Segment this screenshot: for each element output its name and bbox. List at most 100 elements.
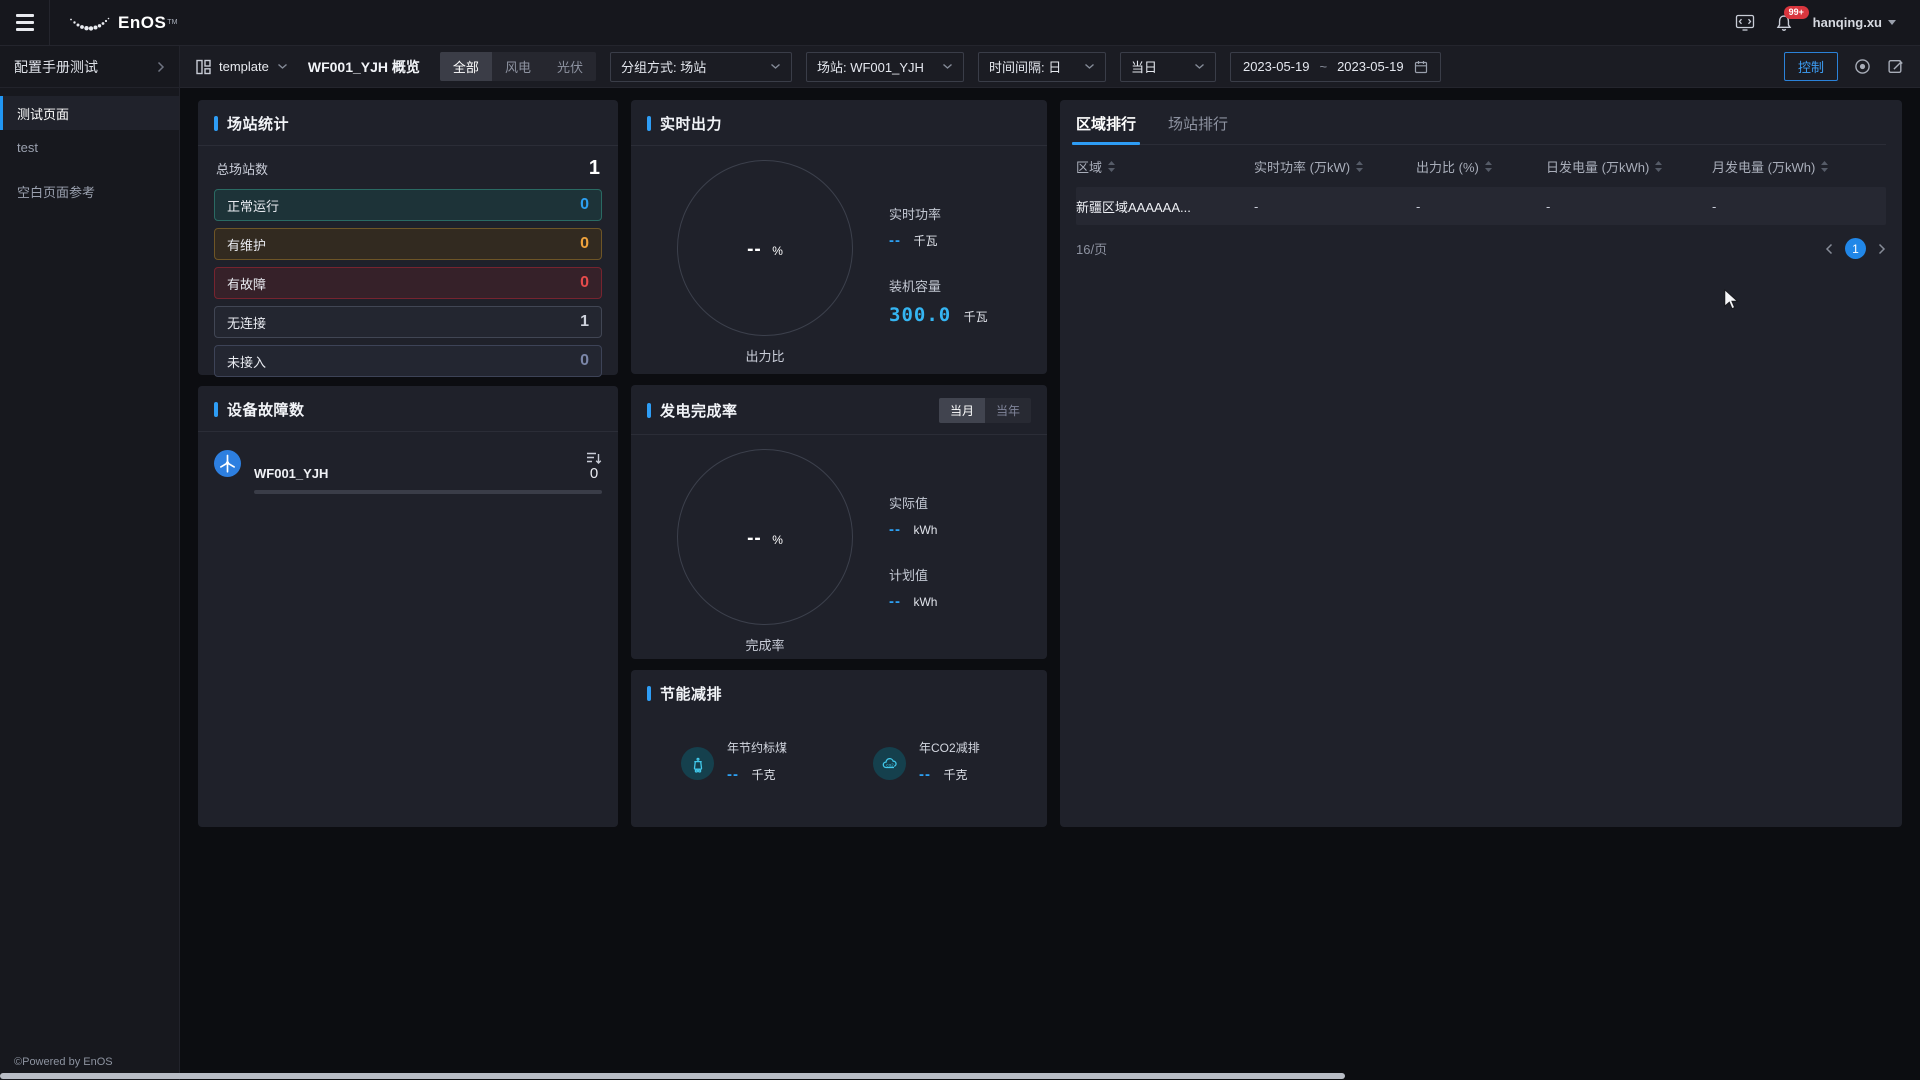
sidebar-item-test-page[interactable]: 测试页面 — [0, 96, 179, 130]
gauge-value: -- — [747, 528, 762, 549]
cell-monthly-generation: - — [1712, 199, 1886, 214]
tab-region-ranking[interactable]: 区域排行 — [1076, 113, 1136, 144]
metric-unit: kWh — [913, 595, 937, 609]
card-title: 场站统计 — [227, 113, 289, 134]
tab-solar[interactable]: 光伏 — [544, 52, 596, 81]
username: hanqing.xu — [1813, 15, 1882, 30]
status-row-maintenance: 有维护 0 — [214, 228, 602, 260]
sidebar-item-test[interactable]: test — [0, 130, 179, 164]
sidebar: 配置手册测试 测试页面 test 空白页面参考 ©Powered by EnOS — [0, 46, 180, 1080]
total-stations-row: 总场站数 1 — [214, 150, 602, 189]
energy-item-label: 年节约标煤 — [727, 739, 787, 756]
column-label: 日发电量 (万kWh) — [1546, 157, 1649, 176]
column-header-daily-generation[interactable]: 日发电量 (万kWh) — [1546, 157, 1712, 176]
chevron-down-icon — [942, 63, 953, 70]
tab-wind[interactable]: 风电 — [492, 52, 544, 81]
template-label: template — [219, 59, 269, 74]
metric-value: -- — [889, 232, 901, 249]
page-number-button[interactable]: 1 — [1845, 238, 1866, 259]
total-stations-label: 总场站数 — [216, 159, 268, 178]
sidebar-item-blank-page-ref[interactable]: 空白页面参考 — [0, 174, 179, 208]
sort-arrows-icon — [1356, 161, 1363, 172]
scrollbar-thumb[interactable] — [0, 1073, 1345, 1079]
metric-label: 实时功率 — [889, 204, 988, 223]
sidebar-item-label: test — [17, 140, 38, 155]
metric-label: 计划值 — [889, 565, 937, 584]
date-range-picker[interactable]: 2023-05-19 ~ 2023-05-19 — [1230, 52, 1441, 82]
enos-logo[interactable]: EnOS TM — [68, 10, 177, 36]
period-toggle: 当月 当年 — [939, 398, 1031, 423]
status-value: 1 — [580, 313, 589, 331]
group-mode-select[interactable]: 分组方式: 场站 — [610, 52, 792, 82]
prev-page-button[interactable] — [1825, 243, 1833, 255]
time-interval-select[interactable]: 时间间隔: 日 — [978, 52, 1106, 82]
toggle-current-year[interactable]: 当年 — [985, 398, 1031, 423]
brand-name: EnOS — [118, 13, 166, 33]
sidebar-group-title: 配置手册测试 — [14, 57, 98, 77]
horizontal-scrollbar — [0, 1072, 1920, 1080]
card-title: 发电完成率 — [660, 400, 738, 421]
next-page-button[interactable] — [1878, 243, 1886, 255]
monitor-target-icon[interactable] — [1854, 58, 1871, 75]
sidebar-group-header[interactable]: 配置手册测试 — [0, 46, 179, 88]
column-header-output-ratio[interactable]: 出力比 (%) — [1416, 157, 1546, 176]
sort-descending-icon[interactable] — [586, 452, 602, 465]
notifications-bell-icon[interactable]: 99+ — [1775, 14, 1793, 32]
column-header-realtime-power[interactable]: 实时功率 (万kW) — [1254, 157, 1416, 176]
chevron-down-icon — [1194, 63, 1205, 70]
metric-label: 装机容量 — [889, 276, 988, 295]
completion-rate-card: 发电完成率 当月 当年 -- % — [631, 385, 1047, 659]
gauge-unit: % — [772, 244, 783, 258]
card-accent-bar — [214, 402, 218, 417]
gauge-value: -- — [747, 239, 762, 260]
template-layout-icon — [196, 59, 211, 75]
status-label: 有维护 — [227, 235, 266, 254]
tab-all[interactable]: 全部 — [440, 52, 492, 81]
metric-unit: 千瓦 — [913, 234, 937, 248]
console-icon[interactable] — [1735, 14, 1755, 31]
status-row-fault: 有故障 0 — [214, 267, 602, 299]
column-label: 出力比 (%) — [1416, 157, 1479, 176]
station-stats-card: 场站统计 总场站数 1 正常运行 0 有维护 0 — [198, 100, 618, 375]
calendar-icon[interactable] — [1414, 60, 1428, 74]
column-label: 月发电量 (万kWh) — [1712, 157, 1815, 176]
device-faults-card: 设备故障数 — [198, 386, 618, 827]
ranking-tabs: 区域排行 场站排行 — [1076, 100, 1886, 145]
metric-value: -- — [889, 521, 901, 538]
time-interval-value: 时间间隔: 日 — [989, 57, 1061, 76]
status-value: 0 — [580, 196, 589, 214]
station-type-tabs: 全部 风电 光伏 — [440, 52, 596, 81]
period-select[interactable]: 当日 — [1120, 52, 1216, 82]
energy-item-value: -- — [727, 766, 739, 783]
user-menu[interactable]: hanqing.xu — [1813, 15, 1896, 30]
control-button[interactable]: 控制 — [1784, 52, 1838, 81]
energy-item-value: -- — [919, 766, 931, 783]
co2-reduction-item: co2 年CO2减排 -- 千克 — [873, 739, 980, 784]
tab-station-ranking[interactable]: 场站排行 — [1168, 113, 1228, 144]
actual-value-metric: 实际值 -- kWh — [889, 493, 937, 539]
sidebar-item-label: 测试页面 — [17, 104, 69, 123]
installed-capacity-metric: 装机容量 300.0 千瓦 — [889, 276, 988, 326]
template-selector[interactable]: template — [196, 59, 288, 75]
status-value: 0 — [580, 352, 589, 370]
gauge-label: 出力比 — [745, 346, 784, 365]
status-row-not-connected: 未接入 0 — [214, 345, 602, 377]
table-row[interactable]: 新疆区域AAAAAA... - - - - — [1076, 187, 1886, 225]
toggle-current-month[interactable]: 当月 — [939, 398, 985, 423]
metric-unit: 千瓦 — [964, 310, 988, 324]
status-label: 无连接 — [227, 313, 266, 332]
ranking-table-header: 区域 实时功率 (万kW) 出力比 (%) — [1076, 145, 1886, 187]
column-header-monthly-generation[interactable]: 月发电量 (万kWh) — [1712, 157, 1886, 176]
column-label: 实时功率 (万kW) — [1254, 157, 1350, 176]
cell-realtime-power: - — [1254, 199, 1416, 214]
pagination: 16/页 1 — [1076, 238, 1886, 259]
column-header-region[interactable]: 区域 — [1076, 157, 1254, 176]
card-accent-bar — [214, 116, 218, 131]
output-ratio-gauge: -- % — [677, 160, 853, 336]
device-fault-station-row[interactable]: WF001_YJH 0 — [214, 450, 602, 494]
edit-page-icon[interactable] — [1887, 58, 1904, 75]
realtime-power-metric: 实时功率 -- 千瓦 — [889, 204, 988, 250]
sidebar-item-label: 空白页面参考 — [17, 182, 95, 201]
station-select[interactable]: 场站: WF001_YJH — [806, 52, 964, 82]
hamburger-menu-button[interactable] — [0, 0, 50, 45]
